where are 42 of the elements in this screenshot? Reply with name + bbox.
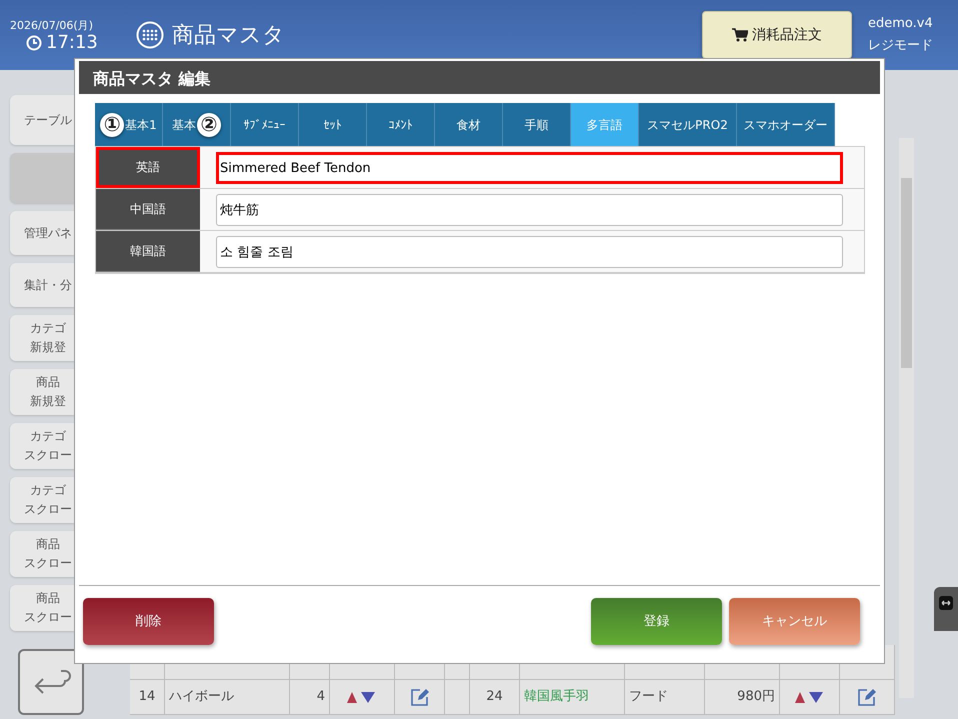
dialog-title: 商品マスタ 編集 bbox=[79, 61, 880, 94]
text-field[interactable]: Simmered Beef Tendon bbox=[216, 152, 843, 184]
scrollbar[interactable] bbox=[899, 138, 914, 698]
quantity-cell-text: 4 bbox=[316, 688, 325, 706]
step-marker: ② bbox=[197, 112, 221, 136]
clock-time: 17:13 bbox=[46, 34, 98, 52]
tab[interactable]: ｾｯﾄ bbox=[299, 103, 367, 146]
field-label: 韓国語 bbox=[96, 231, 200, 272]
tab[interactable]: ① 基本1 bbox=[95, 103, 163, 146]
register-button[interactable]: 登録 bbox=[591, 598, 722, 645]
step-marker: ① bbox=[100, 112, 124, 136]
page-title: 商品マスタ bbox=[172, 22, 285, 50]
tab[interactable]: 手順 bbox=[503, 103, 571, 146]
price-cell-text: 980円 bbox=[737, 688, 775, 706]
clock-icon bbox=[26, 35, 42, 52]
back-button[interactable] bbox=[18, 649, 84, 715]
text-field[interactable]: 소 힘줄 조림 bbox=[216, 236, 843, 268]
category-cell-text: フード bbox=[629, 688, 668, 706]
field-label: 英語 bbox=[96, 147, 200, 188]
mode-label: レジモード bbox=[868, 37, 934, 55]
remote-tab[interactable] bbox=[934, 587, 958, 631]
tab[interactable]: ｺﾒﾝﾄ bbox=[367, 103, 435, 146]
tab[interactable]: 食材 bbox=[435, 103, 503, 146]
remote-icon bbox=[939, 596, 953, 610]
tab[interactable]: ｻﾌﾞﾒﾆｭｰ bbox=[231, 103, 299, 146]
edit-icon[interactable] bbox=[410, 688, 430, 706]
tab[interactable]: スマホオーダー bbox=[737, 103, 835, 146]
field-label: 中国語 bbox=[96, 189, 200, 230]
tab[interactable]: スマセルPRO2 bbox=[639, 103, 737, 146]
menu-grid-icon[interactable] bbox=[136, 21, 164, 49]
text-field[interactable]: 炖牛筋 bbox=[216, 194, 843, 226]
date-text: 2026/07/06(月) bbox=[10, 18, 94, 34]
tab[interactable]: 基本 ② bbox=[163, 103, 231, 146]
cart-icon bbox=[732, 28, 748, 42]
item-name-cell-text: 韓国風手羽 bbox=[524, 688, 589, 706]
row-number-cell-text: 14 bbox=[138, 688, 156, 706]
item-name-cell-text: ハイボール bbox=[169, 688, 234, 706]
edit-icon[interactable] bbox=[857, 688, 877, 706]
delete-button[interactable]: 削除 bbox=[83, 598, 214, 645]
order-supplies-button[interactable]: 消耗品注文 bbox=[702, 11, 852, 59]
row-number-cell-text: 24 bbox=[486, 688, 503, 706]
account-name: edemo.v4 bbox=[868, 14, 934, 33]
